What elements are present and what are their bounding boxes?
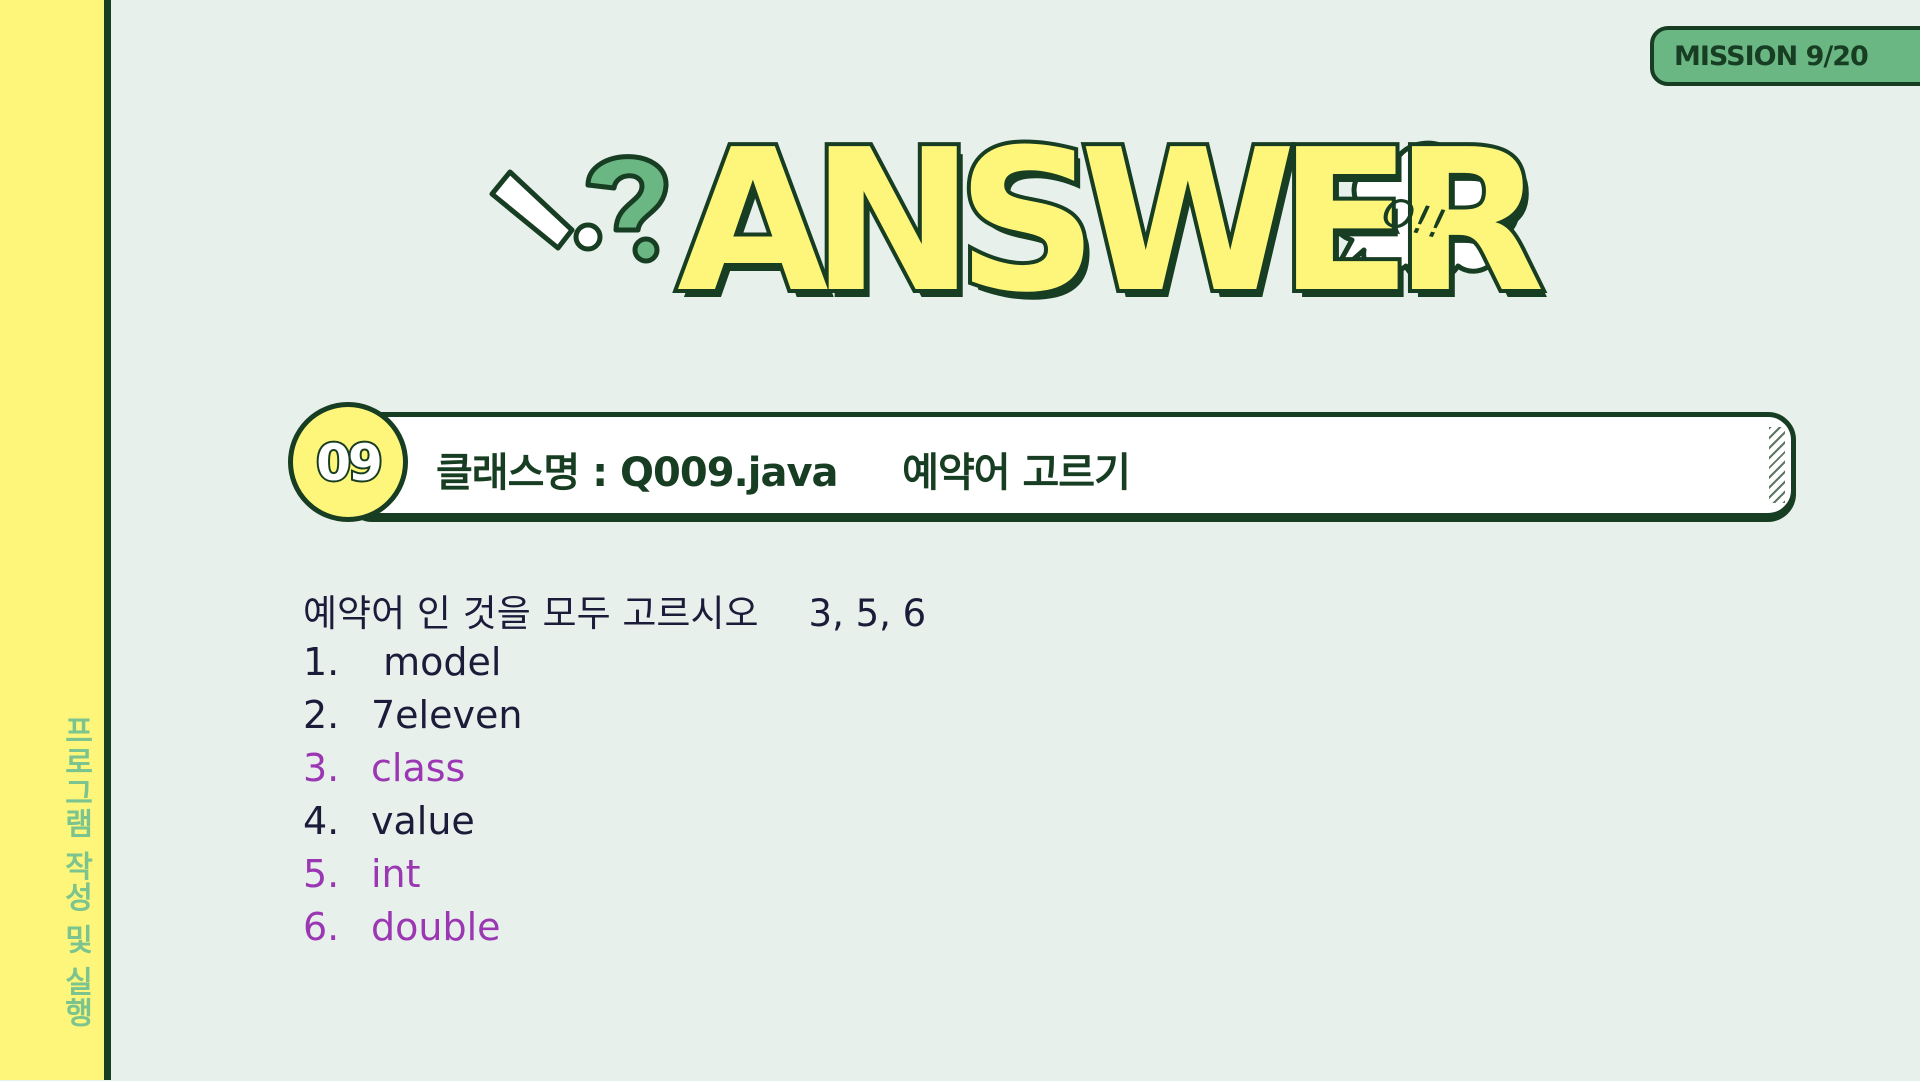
option-word: value (371, 799, 475, 843)
option-item: 1. model (303, 640, 501, 693)
option-word: 7eleven (371, 693, 523, 737)
option-word: int (371, 852, 421, 896)
option-item-correct: 6. double (303, 905, 501, 958)
option-item: 2. 7eleven (303, 693, 522, 746)
question-number-badge: 09 (288, 402, 408, 522)
exclamation-icon (489, 169, 603, 252)
option-word: double (371, 905, 501, 949)
option-number: 1. (303, 640, 340, 684)
option-number: 3. (303, 746, 340, 790)
sidebar-label: 프로그램 작성 및 실행 (58, 715, 93, 1029)
mission-badge: MISSION 9/20 (1650, 26, 1920, 86)
option-number: 5. (303, 852, 340, 896)
question-number: 09 (314, 432, 385, 494)
option-number: 6. (303, 905, 340, 949)
option-number: 4. (303, 799, 340, 843)
option-word: model (371, 640, 502, 684)
option-word: class (371, 746, 466, 790)
question-title: 클래스명 : Q009.java 예약어 고르기 (436, 450, 1131, 496)
option-item: 4. value (303, 799, 475, 852)
option-list: 1. model 2. 7eleven 3. class 4. value 5.… (303, 640, 522, 958)
option-item-correct: 3. class (303, 746, 465, 799)
sidebar: 프로그램 작성 및 실행 (0, 0, 111, 1080)
mission-label: MISSION 9/20 (1674, 41, 1869, 72)
prompt-text: 예약어 인 것을 모두 고르시오 (303, 592, 759, 635)
answer-text: 3, 5, 6 (808, 592, 927, 635)
option-number: 2. (303, 693, 340, 737)
answer-banner: ANSWER Q!! (480, 120, 1549, 330)
question-prompt: 예약어 인 것을 모두 고르시오 3, 5, 6 (303, 583, 926, 637)
option-item-correct: 5. int (303, 852, 421, 905)
bar-stripes (1769, 427, 1785, 503)
